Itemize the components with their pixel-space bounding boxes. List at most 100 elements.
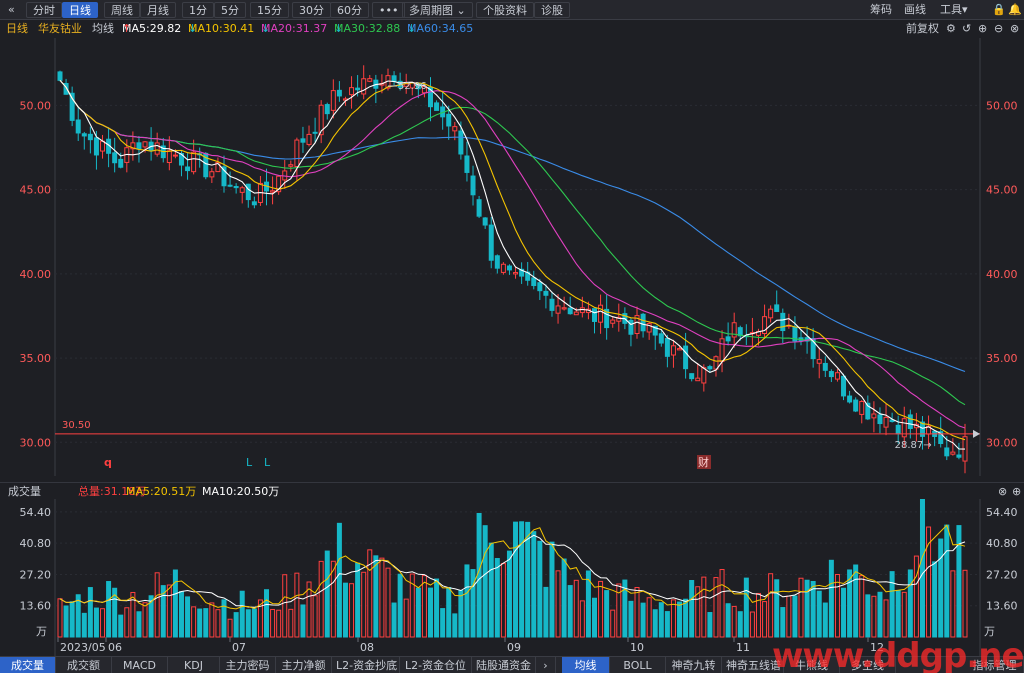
volume-chart[interactable]: 54.40 54.40 40.80 40.80 27.20 27.20 13.60 13.60…	[0, 499, 1024, 656]
vol-unit-left: 万	[36, 625, 47, 638]
more-periods-button[interactable]: •••	[372, 2, 406, 18]
volume-bar	[646, 597, 652, 638]
add-panel-icon[interactable]: ⊕	[1012, 483, 1021, 500]
tab-kdj[interactable]: KDJ	[168, 657, 220, 673]
candle-body	[452, 126, 458, 132]
close-icon[interactable]: ⊗	[1010, 20, 1019, 38]
period-tab-60min[interactable]: 60分	[330, 2, 369, 18]
period-tab-weekly[interactable]: 周线	[104, 2, 140, 18]
candle-body	[100, 140, 106, 152]
volume-bar	[324, 550, 330, 638]
volume-bar	[185, 596, 191, 638]
candle-body	[57, 71, 63, 81]
date-tick-label: 2023/05	[60, 641, 106, 654]
candle-body	[458, 130, 464, 155]
volume-bar	[166, 584, 172, 638]
tools-button[interactable]: 工具▾	[934, 2, 974, 18]
tab-volume[interactable]: 成交量	[0, 657, 56, 673]
volume-bar	[743, 577, 749, 638]
vol-tick-right: 27.20	[986, 568, 1018, 581]
period-tab-daily[interactable]: 日线	[62, 2, 98, 18]
volume-bar	[962, 569, 968, 638]
candle-body	[859, 401, 865, 415]
date-tick-label: 09	[507, 641, 521, 654]
settings-icon[interactable]: ⚙	[946, 20, 956, 38]
volume-bar	[276, 609, 282, 638]
period-tab-timeshare[interactable]: 分时	[26, 2, 62, 18]
watermark: www.ddgp.net	[772, 636, 1024, 673]
draw-line-button[interactable]: 画线	[898, 2, 932, 18]
candle-body	[513, 272, 519, 275]
adjust-button[interactable]: 前复权	[906, 20, 939, 38]
tab-l2-position[interactable]: L2-资金仓位	[400, 657, 472, 673]
candle-body	[87, 133, 93, 141]
chips-button[interactable]: 筹码	[864, 2, 898, 18]
candle-body	[828, 371, 834, 378]
ma60-text: MA60:34.65	[407, 22, 474, 35]
candle-body	[330, 90, 336, 111]
tab-l2-bottom[interactable]: L2-资金抄底	[332, 657, 400, 673]
tab-turnover[interactable]: 成交额	[56, 657, 112, 673]
candle-body	[567, 307, 573, 315]
period-tab-monthly[interactable]: 月线	[140, 2, 176, 18]
close-volume-icon[interactable]: ⊗	[998, 483, 1007, 500]
candle-body	[361, 78, 367, 95]
date-tick-label: 08	[360, 641, 374, 654]
period-tab-5min[interactable]: 5分	[214, 2, 246, 18]
candle-body	[482, 217, 488, 226]
stock-info-button[interactable]: 个股资料	[476, 2, 534, 18]
tab-ma[interactable]: 均线	[562, 657, 610, 673]
volume-bar	[877, 591, 883, 638]
candle-body	[579, 307, 585, 314]
volume-bar	[178, 591, 184, 638]
candle-body	[154, 142, 160, 155]
volume-bar	[664, 611, 670, 638]
volume-label[interactable]: 成交量	[8, 483, 41, 500]
volume-bar	[561, 558, 567, 638]
chevron-right-icon[interactable]: ›	[536, 657, 556, 673]
volume-bar	[342, 582, 348, 638]
candle-body	[300, 138, 306, 143]
bell-icon[interactable]: 🔔	[1002, 2, 1024, 18]
candle-body	[822, 362, 828, 371]
avg-line-label[interactable]: 均线	[92, 20, 114, 38]
tab-magic-nine[interactable]: 神奇九转	[666, 657, 722, 673]
undo-icon[interactable]: ↺	[962, 20, 971, 38]
candle-body	[640, 313, 646, 332]
volume-bar	[610, 609, 616, 638]
candle-body	[689, 373, 695, 380]
period-tab-1min[interactable]: 1分	[182, 2, 214, 18]
price-chart[interactable]: 50.00 50.00 45.00 45.00 40.00 40.00 35.00 35.00…	[0, 38, 1024, 476]
candle-body	[81, 133, 87, 137]
volume-bar	[191, 606, 197, 638]
diagnose-button[interactable]: 诊股	[534, 2, 570, 18]
tab-macd[interactable]: MACD	[112, 657, 168, 673]
volume-bar	[828, 559, 834, 638]
high-price-label: 52.96	[398, 81, 427, 92]
multi-period-button[interactable]: 多周期图 ⌄	[402, 2, 473, 18]
tab-main-net[interactable]: 主力净额	[276, 657, 332, 673]
volume-bar	[919, 499, 925, 638]
zoom-out-icon[interactable]: ⊖	[994, 20, 1003, 38]
price-tick-right: 30.00	[986, 436, 1018, 449]
volume-bar	[379, 557, 385, 638]
price-tick-right: 50.00	[986, 99, 1018, 112]
volume-bar	[804, 579, 810, 638]
candle-body	[780, 312, 786, 332]
price-tick-left: 35.00	[20, 352, 52, 365]
tab-boll[interactable]: BOLL	[610, 657, 666, 673]
candle-body	[494, 255, 500, 269]
volume-bar	[598, 580, 604, 638]
candle-body	[75, 119, 81, 134]
tab-hk-connect[interactable]: 陆股通资金	[472, 657, 536, 673]
tab-main-code[interactable]: 主力密码	[220, 657, 276, 673]
period-tab-30min[interactable]: 30分	[292, 2, 331, 18]
volume-bar	[841, 587, 847, 638]
vol-tick-right: 54.40	[986, 506, 1018, 519]
back-icon[interactable]: «	[2, 2, 21, 18]
volume-bar	[209, 602, 215, 638]
zoom-in-icon[interactable]: ⊕	[978, 20, 987, 38]
period-tab-15min[interactable]: 15分	[250, 2, 289, 18]
indicator-info-bar: 日线 华友钴业 均线 MA5:29.82 ↑ MA10:30.41 ↓ MA20:3…	[0, 20, 1024, 38]
candle-body	[294, 139, 300, 168]
